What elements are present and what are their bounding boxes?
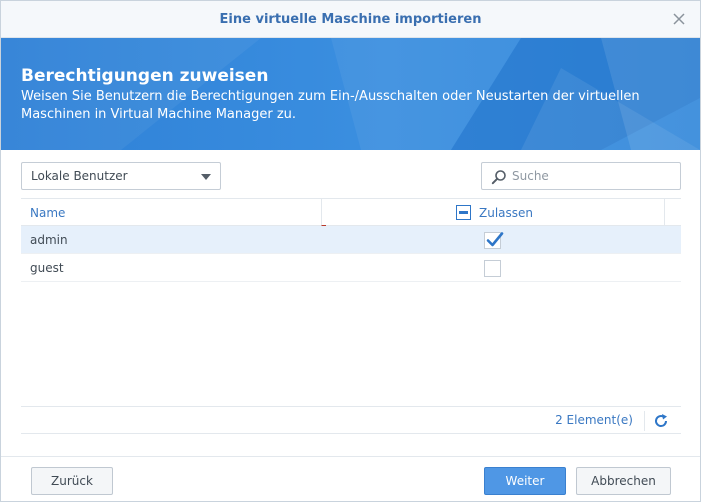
step-description: Weisen Sie Benutzern die Berechtigungen … bbox=[21, 89, 640, 122]
grid-footer: 2 Element(e) bbox=[21, 406, 681, 434]
user-name: admin bbox=[30, 233, 68, 247]
step-heading: Berechtigungen zuweisen bbox=[21, 66, 269, 86]
dialog-title: Eine virtuelle Maschine importieren bbox=[219, 12, 482, 27]
close-icon[interactable] bbox=[670, 10, 688, 28]
allow-checkbox-guest[interactable] bbox=[484, 260, 501, 277]
step-banner: Berechtigungen zuweisen Weisen Sie Benut… bbox=[1, 38, 700, 150]
chevron-down-icon bbox=[201, 174, 211, 180]
user-type-value: Lokale Benutzer bbox=[31, 169, 128, 183]
search-icon bbox=[491, 169, 507, 185]
refresh-icon[interactable] bbox=[653, 413, 669, 429]
grid-header: Name Zulassen bbox=[21, 198, 681, 230]
search-input[interactable] bbox=[512, 167, 672, 185]
search-box[interactable] bbox=[481, 162, 681, 190]
next-button[interactable]: Weiter bbox=[484, 467, 566, 495]
select-all-checkbox[interactable] bbox=[456, 205, 471, 220]
dialog-footer: Zurück Weiter Abbrechen bbox=[1, 456, 700, 502]
table-row-guest[interactable]: guest bbox=[21, 254, 681, 282]
dialog-titlebar: Eine virtuelle Maschine importieren bbox=[1, 1, 700, 38]
allow-checkbox-admin[interactable] bbox=[484, 232, 504, 249]
footer-divider bbox=[644, 411, 645, 431]
cancel-button[interactable]: Abbrechen bbox=[576, 467, 671, 495]
indeterminate-icon bbox=[459, 211, 468, 214]
import-vm-dialog: Eine virtuelle Maschine importieren Bere… bbox=[0, 0, 701, 502]
check-icon bbox=[486, 232, 504, 247]
table-row-admin[interactable]: admin bbox=[21, 226, 681, 254]
back-button[interactable]: Zurück bbox=[31, 467, 113, 495]
user-name: guest bbox=[30, 261, 64, 275]
column-divider bbox=[664, 199, 665, 226]
column-divider bbox=[321, 199, 322, 226]
permissions-grid: Name Zulassen admin guest bbox=[21, 198, 681, 434]
item-count: 2 Element(e) bbox=[555, 413, 633, 427]
column-header-name[interactable]: Name bbox=[30, 206, 65, 220]
user-type-dropdown[interactable]: Lokale Benutzer bbox=[21, 162, 221, 190]
column-header-allow[interactable]: Zulassen bbox=[479, 206, 533, 220]
